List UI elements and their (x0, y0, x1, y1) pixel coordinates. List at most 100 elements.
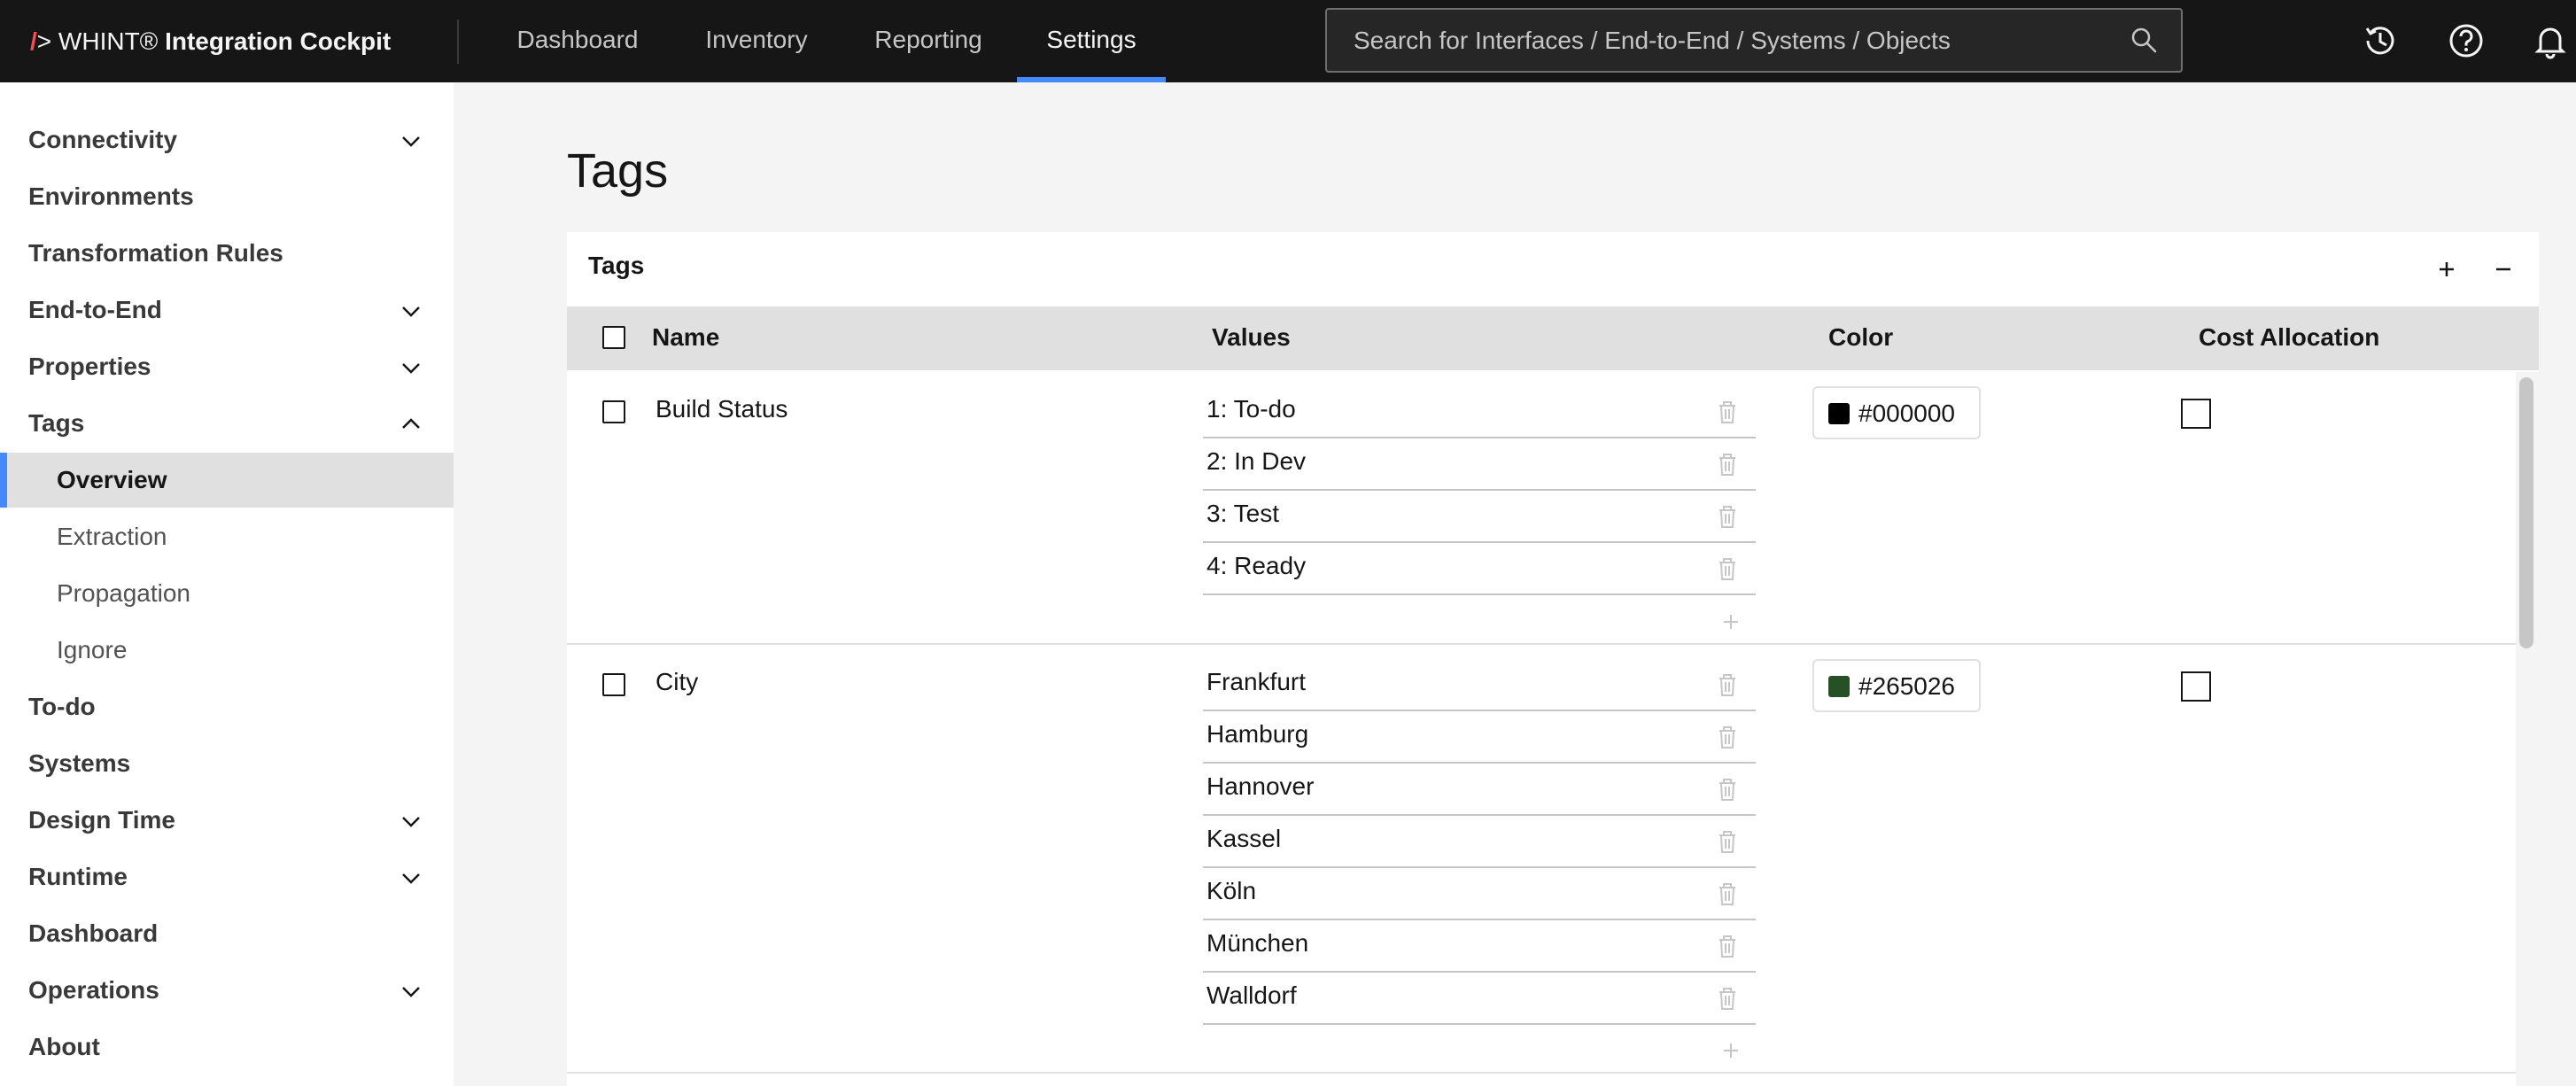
select-all-checkbox[interactable] (602, 326, 625, 349)
chevron-up-icon (402, 418, 420, 429)
remove-tag-button[interactable] (2487, 253, 2519, 285)
sidebar-subitem-label: Overview (57, 466, 167, 493)
sidebar-subitem-label: Extraction (57, 523, 167, 550)
history-icon[interactable] (2360, 20, 2401, 61)
trash-icon[interactable] (1715, 503, 1740, 530)
chevron-down-icon (402, 136, 420, 147)
value-text: 4: Ready (1207, 552, 1307, 579)
table-row: Build Status 1: To-do 2: In Dev 3: Test … (567, 372, 2516, 645)
value-text: Hannover (1207, 772, 1315, 800)
value-text: Kassel (1207, 825, 1282, 852)
chevron-down-icon (402, 987, 420, 997)
cost-allocation-checkbox[interactable] (2181, 671, 2211, 702)
sidebar-item-label: End-to-End (28, 296, 162, 323)
trash-icon[interactable] (1715, 671, 1740, 698)
row-select-checkbox[interactable] (602, 673, 625, 696)
row-select-checkbox[interactable] (602, 400, 625, 423)
search-icon[interactable] (2130, 26, 2158, 54)
app-brand[interactable]: /> WHINT® Integration Cockpit (30, 0, 391, 82)
add-tag-button[interactable] (2431, 253, 2463, 285)
tag-name: Build Status (656, 395, 788, 423)
sidebar-item-label: Design Time (28, 806, 175, 834)
card-title: Tags (588, 252, 645, 279)
sidebar-item-label: Connectivity (28, 126, 178, 153)
column-header-color[interactable]: Color (1828, 306, 1893, 368)
table-scrollbar[interactable] (2516, 372, 2539, 1086)
sidebar-item-dashboard[interactable]: Dashboard (0, 906, 454, 961)
help-icon[interactable] (2446, 20, 2487, 61)
sidebar-item-end-to-end[interactable]: End-to-End (0, 283, 454, 337)
sidebar-item-runtime[interactable]: Runtime (0, 849, 454, 904)
cost-allocation-checkbox[interactable] (2181, 399, 2211, 429)
sidebar-item-label: About (28, 1033, 100, 1060)
value-item: Hamburg (1203, 711, 1756, 764)
add-value-icon[interactable] (1719, 609, 1743, 634)
value-text: Frankfurt (1207, 668, 1307, 695)
trash-icon[interactable] (1715, 724, 1740, 750)
column-header-values[interactable]: Values (1212, 306, 1291, 368)
sidebar-subitem-propagation[interactable]: Propagation (0, 566, 454, 621)
tab-inventory[interactable]: Inventory (687, 0, 826, 82)
sidebar-subitem-extraction[interactable]: Extraction (0, 509, 454, 564)
sidebar-item-about[interactable]: About (0, 1020, 454, 1074)
sidebar-item-properties[interactable]: Properties (0, 339, 454, 394)
sidebar-item-operations[interactable]: Operations (0, 963, 454, 1018)
value-item: Frankfurt (1203, 659, 1756, 711)
sidebar-item-label: Properties (28, 353, 151, 380)
trash-icon[interactable] (1715, 555, 1740, 582)
sidebar-item-label: Tags (28, 409, 85, 437)
sidebar-item-environments[interactable]: Environments (0, 169, 454, 224)
tag-name: City (656, 668, 699, 695)
trash-icon[interactable] (1715, 985, 1740, 1012)
trash-icon[interactable] (1715, 776, 1740, 803)
brand-arrow: > (36, 27, 52, 55)
brand-slash: / (30, 27, 37, 55)
search-input[interactable] (1354, 10, 2115, 71)
sidebar-item-label: Transformation Rules (28, 239, 283, 267)
sidebar-subitem-ignore[interactable]: Ignore (0, 623, 454, 678)
sidebar-item-systems[interactable]: Systems (0, 736, 454, 791)
sidebar-subitem-label: Propagation (57, 579, 191, 607)
value-text: Köln (1207, 877, 1257, 904)
color-picker[interactable]: #000000 (1812, 386, 1981, 439)
color-hex: #000000 (1858, 399, 1956, 427)
sidebar-item-connectivity[interactable]: Connectivity (0, 112, 454, 167)
chevron-down-icon (402, 306, 420, 317)
color-hex: #265026 (1858, 672, 1956, 700)
table-header: Name Values Color Cost Allocation (567, 306, 2539, 370)
color-swatch (1828, 676, 1850, 697)
tab-dashboard[interactable]: Dashboard (500, 0, 656, 82)
sidebar-item-design-time[interactable]: Design Time (0, 793, 454, 848)
column-header-cost-allocation[interactable]: Cost Allocation (2199, 306, 2379, 368)
value-text: 1: To-do (1207, 395, 1296, 423)
tab-settings[interactable]: Settings (1017, 0, 1166, 82)
value-item: Walldorf (1203, 973, 1756, 1025)
tab-reporting[interactable]: Reporting (857, 0, 999, 82)
notification-bell-icon[interactable] (2530, 20, 2571, 61)
trash-icon[interactable] (1715, 451, 1740, 477)
column-header-name[interactable]: Name (652, 306, 719, 368)
value-item: 1: To-do (1203, 386, 1756, 438)
color-picker[interactable]: #265026 (1812, 659, 1981, 712)
chevron-down-icon (402, 363, 420, 374)
trash-icon[interactable] (1715, 880, 1740, 907)
trash-icon[interactable] (1715, 828, 1740, 855)
sidebar-item-label: Operations (28, 976, 159, 1004)
sidebar-item-tags[interactable]: Tags (0, 396, 454, 451)
sidebar-item-transformation-rules[interactable]: Transformation Rules (0, 226, 454, 281)
scrollbar-thumb[interactable] (2519, 377, 2533, 648)
add-value-icon[interactable] (1719, 1038, 1743, 1063)
header-divider (457, 19, 459, 64)
sidebar-subitem-overview[interactable]: Overview (0, 453, 454, 508)
value-item: Kassel (1203, 816, 1756, 868)
sidebar-item-label: Runtime (28, 863, 128, 890)
trash-icon[interactable] (1715, 399, 1740, 425)
value-text: 2: In Dev (1207, 447, 1307, 475)
trash-icon[interactable] (1715, 933, 1740, 959)
sidebar-item-to-do[interactable]: To-do (0, 679, 454, 734)
sidebar-subitem-label: Ignore (57, 636, 128, 663)
sidebar-item-label: Systems (28, 749, 131, 777)
tags-table-card: Tags Name Values Color Cost Allocation B… (567, 232, 2539, 1086)
sidebar-item-label: To-do (28, 693, 96, 720)
value-item: 2: In Dev (1203, 438, 1756, 491)
